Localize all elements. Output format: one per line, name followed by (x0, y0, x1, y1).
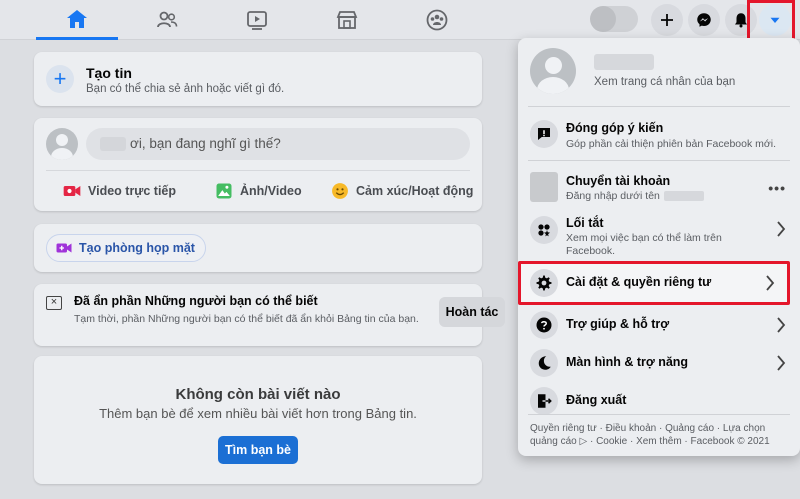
chevron-right-icon (766, 275, 775, 291)
nav-tab-marketplace[interactable] (306, 0, 388, 40)
display-label: Màn hình & trợ năng (566, 355, 689, 369)
profile-link[interactable]: Xem trang cá nhân của bạn (528, 40, 790, 110)
live-video-label: Video trực tiếp (88, 184, 177, 198)
photo-video-label: Ảnh/Video (240, 184, 302, 198)
create-room-label: Tạo phòng họp mặt (79, 241, 195, 255)
post-input[interactable]: ơi, bạn đang nghĩ gì thế? (86, 128, 470, 160)
settings-privacy-label: Cài đặt & quyền riêng tư (566, 275, 712, 289)
hidden-section-notice: × Đã ẩn phần Những người bạn có thể biết… (34, 284, 505, 346)
menu-item-logout[interactable]: Đăng xuất (526, 384, 792, 418)
nav-tab-watch[interactable] (216, 0, 298, 40)
top-navigation-bar (0, 0, 800, 40)
menu-item-feedback[interactable]: Đóng góp ý kiến Góp phần cải thiện phiên… (526, 116, 792, 156)
divider (528, 414, 790, 415)
live-video-icon (63, 186, 81, 196)
friends-icon (157, 11, 178, 28)
switch-account-label: Chuyển tài khoản (566, 174, 671, 188)
account-thumbnail (530, 172, 558, 202)
menu-footer-links[interactable]: Quyền riêng tư · Điều khoản · Quảng cáo … (530, 422, 792, 448)
logout-label: Đăng xuất (566, 393, 627, 407)
post-input-placeholder: ơi, bạn đang nghĩ gì thế? (130, 136, 281, 151)
chevron-right-icon (777, 221, 786, 237)
hidden-box-icon: × (46, 296, 62, 310)
home-icon (67, 9, 87, 28)
create-button[interactable] (651, 4, 683, 36)
menu-item-help[interactable]: Trợ giúp & hỗ trợ (526, 308, 792, 342)
feedback-icon (530, 120, 558, 148)
feeling-icon (332, 183, 348, 199)
create-story-subtitle: Bạn có thể chia sẻ ảnh hoặc viết gì đó. (86, 83, 285, 95)
view-profile-label: Xem trang cá nhân của bạn (594, 76, 736, 88)
empty-feed-title: Không còn bài viết nào (175, 386, 341, 403)
blurred-name (663, 191, 704, 202)
divider (46, 170, 470, 171)
room-card: Tạo phòng họp mặt (34, 224, 482, 272)
more-options-icon[interactable]: ••• (768, 180, 786, 196)
shortcuts-icon (530, 216, 558, 244)
feeling-activity-label: Cảm xúc/Hoạt động (356, 184, 474, 198)
photo-icon (216, 183, 232, 199)
menu-item-display[interactable]: Màn hình & trợ năng (526, 346, 792, 380)
post-composer: ơi, bạn đang nghĩ gì thế? Video trực tiế… (34, 118, 482, 211)
empty-feed-subtitle: Thêm bạn bè để xem nhiều bài viết hơn tr… (99, 406, 417, 421)
profile-shortcut[interactable] (590, 6, 638, 32)
create-story-card[interactable]: + Tạo tin Bạn có thể chia sẻ ảnh hoặc vi… (34, 52, 482, 106)
logout-icon (530, 387, 558, 415)
divider (528, 160, 790, 161)
chevron-right-icon (777, 317, 786, 333)
plus-icon: + (46, 65, 74, 93)
blurred-name (100, 137, 126, 152)
empty-feed-card: Không còn bài viết nào Thêm bạn bè để xe… (34, 356, 482, 484)
shortcuts-label: Lối tắt (566, 216, 604, 230)
gear-icon (530, 269, 558, 297)
create-room-button[interactable]: Tạo phòng họp mặt (46, 234, 206, 262)
groups-icon (426, 9, 448, 31)
shortcuts-sub: Xem mọi việc bạn có thể làm trên Faceboo… (566, 232, 722, 257)
find-friends-button[interactable]: Tìm bạn bè (218, 436, 298, 464)
plus-icon (661, 14, 673, 26)
help-icon (530, 311, 558, 339)
create-story-title: Tạo tin (86, 65, 132, 81)
photo-video-button[interactable]: Ảnh/Video (214, 180, 302, 202)
nav-tab-groups[interactable] (396, 0, 478, 40)
menu-item-switch-account[interactable]: Chuyển tài khoản Đăng nhập dưới tên ••• (526, 168, 792, 208)
avatar[interactable] (46, 128, 78, 160)
menu-item-shortcuts[interactable]: Lối tắt Xem mọi việc bạn có thể làm trên… (526, 212, 792, 258)
marketplace-icon (336, 11, 358, 29)
divider (528, 106, 790, 107)
feedback-sub: Góp phần cải thiện phiên bản Facebook mớ… (566, 138, 777, 150)
messenger-button[interactable] (688, 4, 720, 36)
messenger-icon (697, 13, 711, 27)
feedback-label: Đóng góp ý kiến (566, 121, 664, 135)
avatar (530, 48, 576, 94)
live-video-button[interactable]: Video trực tiếp (62, 180, 176, 202)
video-room-icon (56, 243, 72, 253)
undo-button[interactable]: Hoàn tác (439, 297, 505, 327)
blurred-name (594, 54, 654, 70)
nav-tab-home[interactable] (36, 0, 118, 40)
hidden-notice-body: Tạm thời, phần Những người bạn có thể bi… (74, 313, 419, 325)
account-dropdown-menu: Xem trang cá nhân của bạn Đóng góp ý kiế… (518, 38, 800, 456)
feeling-activity-button[interactable]: Cảm xúc/Hoạt động (330, 180, 473, 202)
avatar (590, 6, 616, 32)
menu-item-settings-privacy[interactable]: Cài đặt & quyền riêng tư (518, 261, 790, 305)
switch-account-sub: Đăng nhập dưới tên (566, 190, 660, 202)
help-label: Trợ giúp & hỗ trợ (566, 317, 670, 331)
highlight-box-account-menu (747, 0, 795, 42)
moon-icon (530, 349, 558, 377)
chevron-right-icon (777, 355, 786, 371)
nav-tab-friends[interactable] (126, 0, 208, 40)
watch-icon (247, 11, 267, 30)
hidden-notice-title: Đã ẩn phần Những người bạn có thể biết (74, 294, 318, 308)
